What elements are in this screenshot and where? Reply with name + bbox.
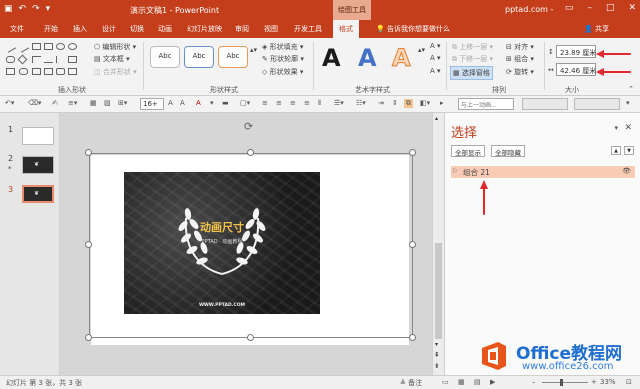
arrowhead: [596, 50, 604, 58]
notes-label: 备注: [408, 379, 423, 387]
notes-button[interactable]: ≜ 备注: [400, 378, 422, 388]
office-logo-icon: [482, 342, 506, 370]
zoom-out-icon[interactable]: –: [532, 378, 536, 386]
watermark: Office教程网 www.office26.com: [470, 333, 640, 379]
zoom-level[interactable]: 33%: [600, 378, 616, 386]
arrowhead: [480, 180, 488, 189]
slideshow-icon[interactable]: ▶: [490, 378, 495, 386]
fit-to-window-icon[interactable]: ⊡: [626, 378, 632, 386]
zoom-slider-track[interactable]: [542, 382, 588, 383]
zoom-slider-thumb[interactable]: [560, 379, 563, 386]
notes-icon: ≜: [400, 379, 406, 387]
reading-view-icon[interactable]: ▤: [474, 378, 481, 386]
normal-view-icon[interactable]: ▭: [442, 378, 449, 386]
arrowhead: [596, 68, 604, 76]
slide-info: 幻灯片 第 3 张，共 3 张: [6, 379, 83, 387]
slide-sorter-icon[interactable]: ▦: [458, 378, 465, 386]
watermark-url: www.office26.com: [522, 361, 614, 372]
annotation-arrows: [480, 50, 631, 215]
zoom-in-icon[interactable]: +: [591, 378, 597, 386]
